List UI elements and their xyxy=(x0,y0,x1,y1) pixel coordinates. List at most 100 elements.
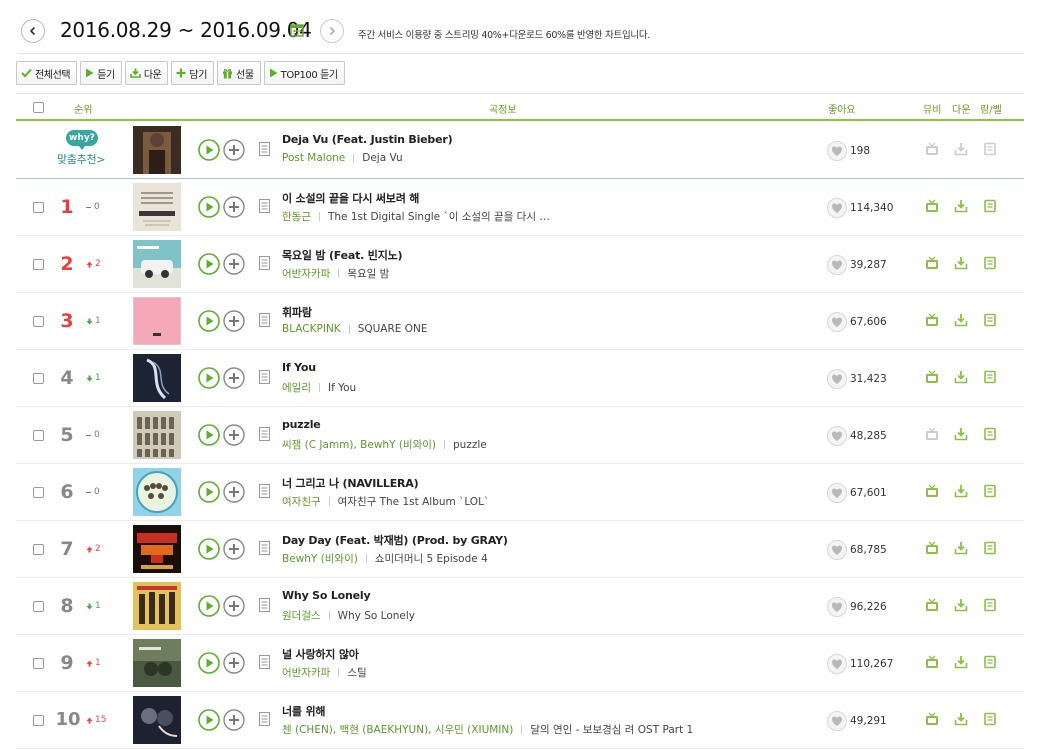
document-icon[interactable] xyxy=(259,313,270,327)
artist-name[interactable]: 에일리 xyxy=(282,380,311,395)
song-title[interactable]: Why So Lonely xyxy=(282,589,371,602)
play-icon[interactable] xyxy=(198,424,220,446)
tv-icon[interactable] xyxy=(925,370,939,384)
download-icon[interactable] xyxy=(954,313,968,327)
row-checkbox[interactable] xyxy=(33,202,44,213)
album-cover[interactable] xyxy=(133,126,181,174)
like-button[interactable]: 39,287 xyxy=(827,255,887,275)
album-name[interactable]: The 1st Digital Single `이 소설의 끝을 다시 … xyxy=(328,209,550,224)
play-icon[interactable] xyxy=(198,652,220,674)
artist-name[interactable]: 첸 (CHEN), 백현 (BAEKHYUN), 시우민 (XIUMIN) xyxy=(282,722,513,737)
artist-name[interactable]: Post Malone xyxy=(282,152,345,164)
bell-icon[interactable] xyxy=(983,370,997,384)
play-icon[interactable] xyxy=(198,709,220,731)
album-cover[interactable] xyxy=(133,468,181,516)
row-checkbox[interactable] xyxy=(33,715,44,726)
album-cover[interactable] xyxy=(133,183,181,231)
like-button[interactable]: 67,601 xyxy=(827,483,887,503)
play-icon[interactable] xyxy=(198,310,220,332)
like-button[interactable]: 68,785 xyxy=(827,540,887,560)
tv-icon[interactable] xyxy=(925,199,939,213)
album-name[interactable]: If You xyxy=(328,382,356,394)
row-checkbox[interactable] xyxy=(33,259,44,270)
like-button[interactable]: 110,267 xyxy=(827,654,893,674)
artist-name[interactable]: 여자친구 xyxy=(282,494,321,509)
download-icon[interactable] xyxy=(954,484,968,498)
song-title[interactable]: 이 소설의 끝을 다시 써보려 해 xyxy=(282,190,419,206)
play-icon[interactable] xyxy=(198,139,220,161)
document-icon[interactable] xyxy=(259,484,270,498)
bell-icon[interactable] xyxy=(983,256,997,270)
download-icon[interactable] xyxy=(954,256,968,270)
bell-icon[interactable] xyxy=(983,655,997,669)
plus-icon[interactable] xyxy=(223,652,245,674)
tv-icon[interactable] xyxy=(925,598,939,612)
song-title[interactable]: puzzle xyxy=(282,418,321,431)
download-icon[interactable] xyxy=(954,598,968,612)
listen-button[interactable]: 듣기 xyxy=(80,61,122,85)
album-name[interactable]: puzzle xyxy=(453,439,487,451)
document-icon[interactable] xyxy=(259,199,270,213)
row-checkbox[interactable] xyxy=(33,544,44,555)
document-icon[interactable] xyxy=(259,142,270,156)
plus-icon[interactable] xyxy=(223,481,245,503)
play-icon[interactable] xyxy=(198,595,220,617)
album-name[interactable]: 스틸 xyxy=(347,665,366,680)
bell-icon[interactable] xyxy=(983,541,997,555)
album-cover[interactable] xyxy=(133,696,181,744)
artist-name[interactable]: 한동근 xyxy=(282,209,311,224)
song-title[interactable]: 너 그리고 나 (NAVILLERA) xyxy=(282,475,419,491)
artist-name[interactable]: 씨잼 (C Jamm), BewhY (비와이) xyxy=(282,437,436,452)
play-icon[interactable] xyxy=(198,196,220,218)
download-icon[interactable] xyxy=(954,370,968,384)
tv-icon[interactable] xyxy=(925,712,939,726)
row-checkbox[interactable] xyxy=(33,373,44,384)
download-icon[interactable] xyxy=(954,712,968,726)
like-button[interactable]: 198 xyxy=(827,141,870,161)
tv-icon[interactable] xyxy=(925,256,939,270)
album-cover[interactable] xyxy=(133,525,181,573)
album-cover[interactable] xyxy=(133,297,181,345)
next-week-button[interactable] xyxy=(320,19,344,43)
bell-icon[interactable] xyxy=(983,598,997,612)
plus-icon[interactable] xyxy=(223,424,245,446)
song-title[interactable]: 너를 위해 xyxy=(282,703,326,719)
prev-week-button[interactable] xyxy=(21,19,45,43)
song-title[interactable]: Day Day (Feat. 박재범) (Prod. by GRAY) xyxy=(282,532,508,548)
album-name[interactable]: SQUARE ONE xyxy=(358,323,428,335)
tv-icon[interactable] xyxy=(925,313,939,327)
album-name[interactable]: 달의 연인 - 보보경심 려 OST Part 1 xyxy=(530,722,693,737)
play-icon[interactable] xyxy=(198,367,220,389)
document-icon[interactable] xyxy=(259,370,270,384)
play-icon[interactable] xyxy=(198,253,220,275)
plus-icon[interactable] xyxy=(223,595,245,617)
select-all-button[interactable]: 전체선택 xyxy=(16,61,78,85)
album-cover[interactable] xyxy=(133,240,181,288)
download-icon[interactable] xyxy=(954,655,968,669)
artist-name[interactable]: 원더걸스 xyxy=(282,608,321,623)
plus-icon[interactable] xyxy=(223,367,245,389)
bell-icon[interactable] xyxy=(983,484,997,498)
plus-icon[interactable] xyxy=(223,196,245,218)
song-title[interactable]: 휘파람 xyxy=(282,304,312,320)
document-icon[interactable] xyxy=(259,427,270,441)
tv-icon[interactable] xyxy=(925,541,939,555)
like-button[interactable]: 48,285 xyxy=(827,426,887,446)
document-icon[interactable] xyxy=(259,655,270,669)
song-title[interactable]: 널 사랑하지 않아 xyxy=(282,646,359,662)
song-title[interactable]: 목요일 밤 (Feat. 빈지노) xyxy=(282,247,403,263)
download-icon[interactable] xyxy=(954,427,968,441)
album-name[interactable]: 여자친구 The 1st Album `LOL` xyxy=(338,494,490,509)
bell-icon[interactable] xyxy=(983,199,997,213)
album-cover[interactable] xyxy=(133,582,181,630)
row-checkbox[interactable] xyxy=(33,601,44,612)
download-icon[interactable] xyxy=(954,541,968,555)
tv-icon[interactable] xyxy=(925,484,939,498)
like-button[interactable]: 31,423 xyxy=(827,369,887,389)
plus-icon[interactable] xyxy=(223,310,245,332)
song-title[interactable]: If You xyxy=(282,361,316,374)
like-button[interactable]: 67,606 xyxy=(827,312,887,332)
add-button[interactable]: 담기 xyxy=(171,61,215,85)
album-name[interactable]: 목요일 밤 xyxy=(347,266,389,281)
download-button[interactable]: 다운 xyxy=(124,61,169,85)
